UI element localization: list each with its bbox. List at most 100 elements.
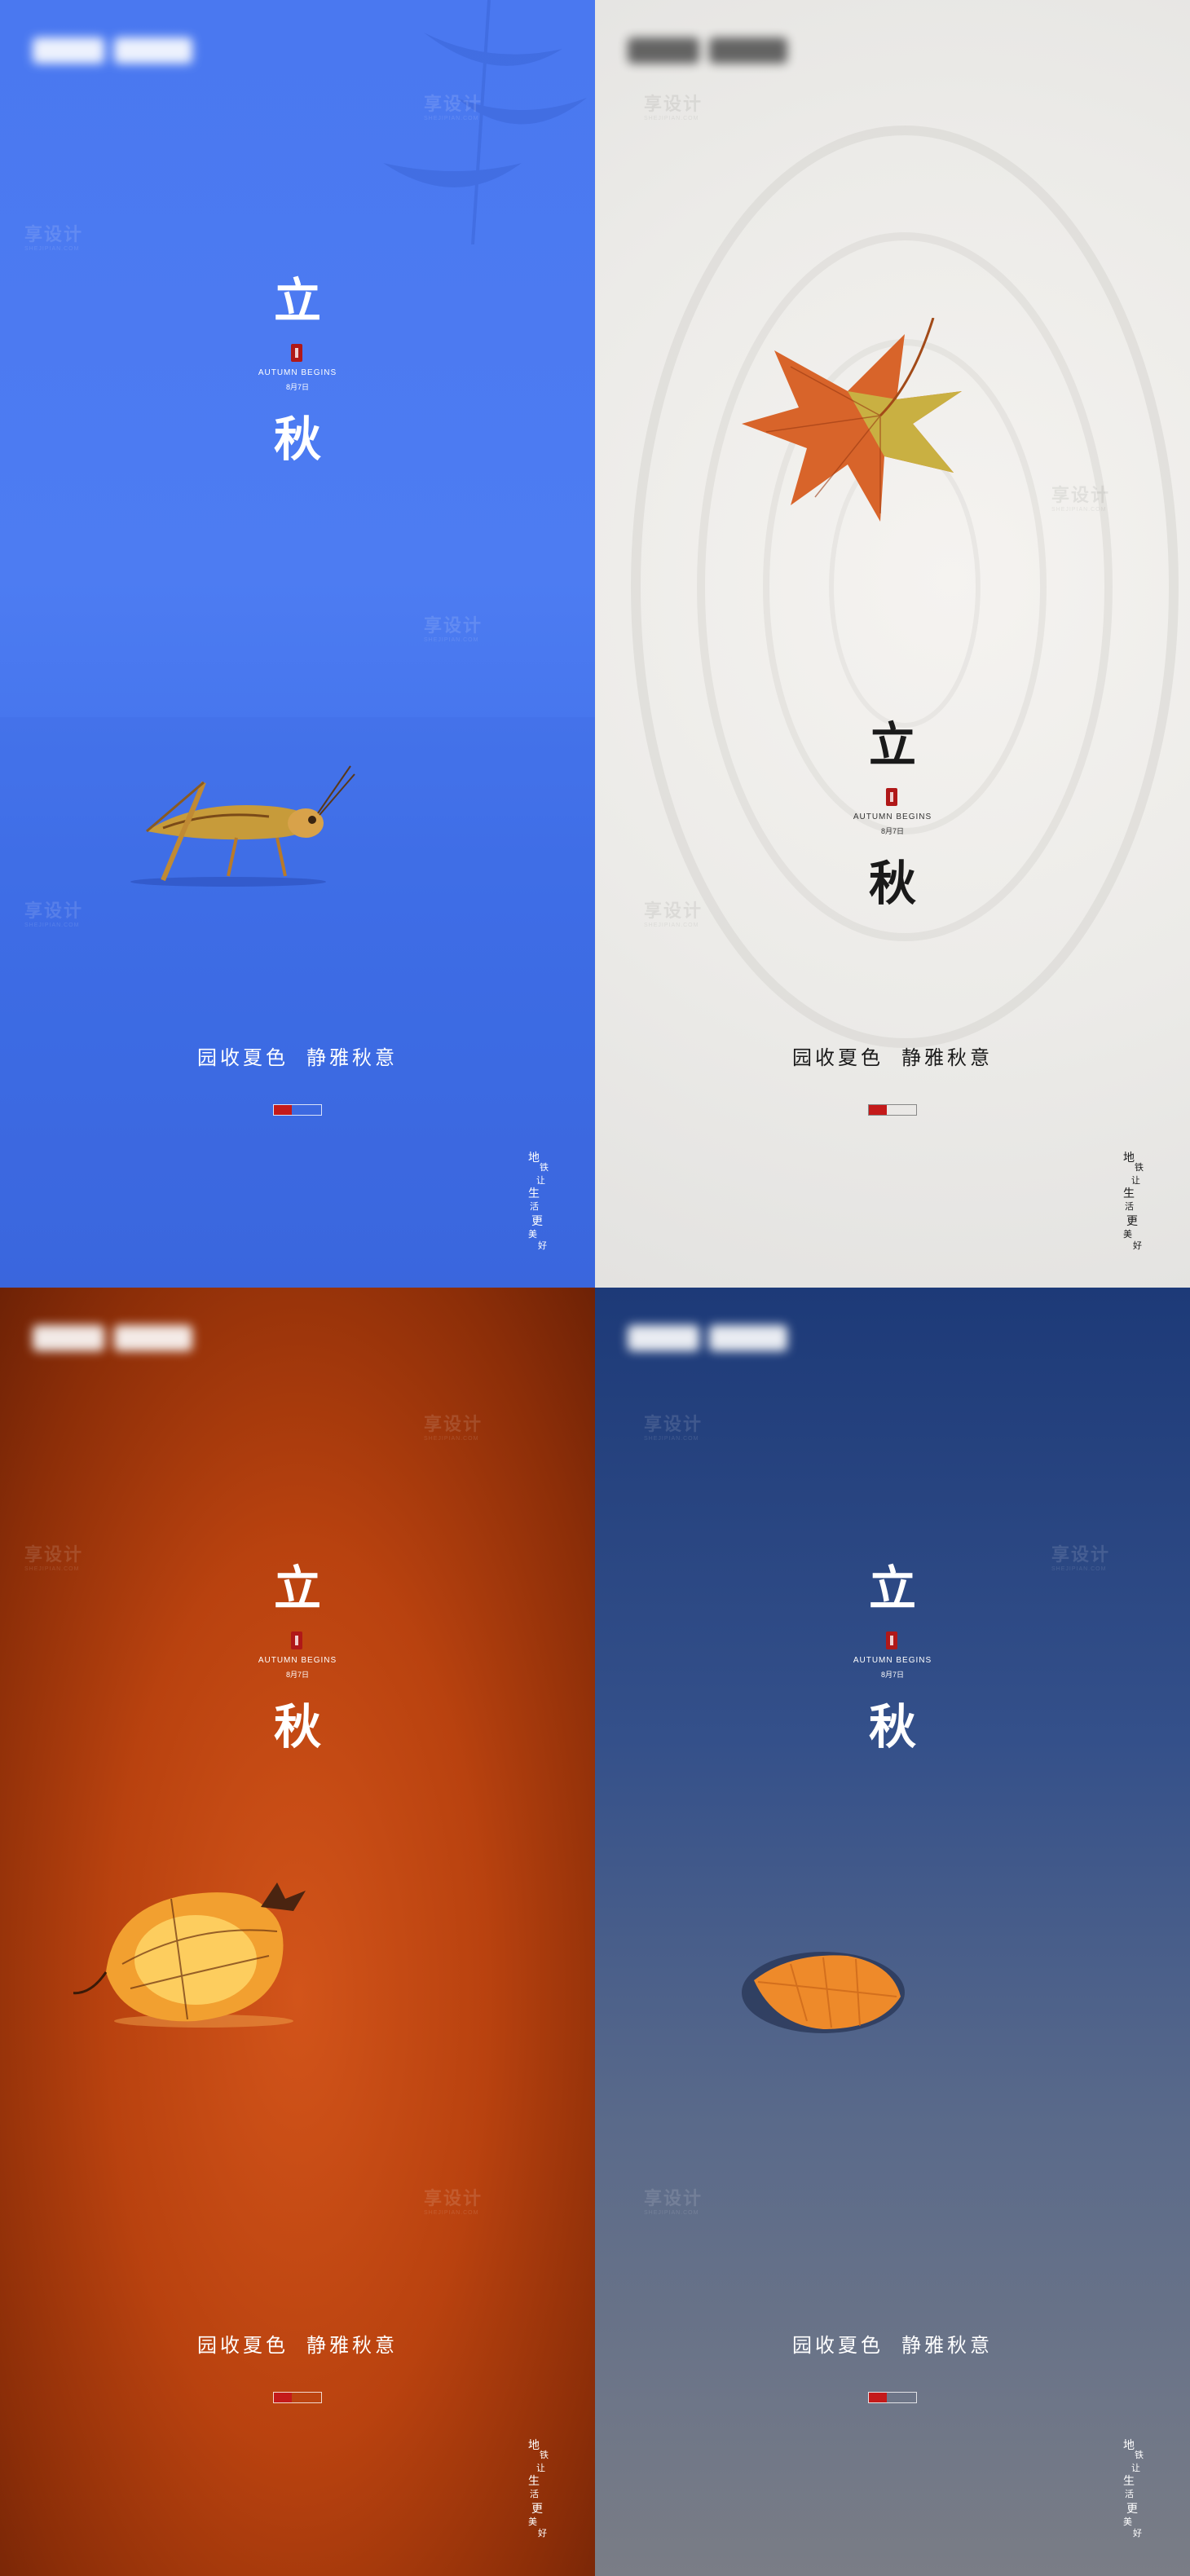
english-caption: AUTUMN BEGINS: [258, 368, 337, 377]
badge-red-block: [869, 1105, 887, 1115]
maple-leaf-illustration: [742, 318, 962, 522]
vertical-char: 美: [1123, 1229, 1132, 1240]
vertical-char: 生: [528, 1187, 540, 1200]
badge-red-block: [274, 2393, 292, 2402]
badge-text-block: [887, 1105, 916, 1115]
slogan-right: 静雅秋意: [306, 2334, 398, 2357]
english-caption: AUTUMN BEGINS: [258, 1656, 337, 1665]
watermark-text: 享设计: [644, 1414, 703, 1434]
watermark-sub: SHEJIPIAN.COM: [424, 637, 479, 643]
vertical-char: 铁: [1135, 2450, 1144, 2460]
date-caption: 8月7日: [285, 1671, 309, 1679]
vertical-char: 活: [530, 1201, 539, 1212]
title-qiu: 秋: [868, 856, 916, 911]
vertical-char: 活: [1125, 2489, 1134, 2499]
badge-text-block: [887, 2393, 916, 2402]
badge-red-block: [869, 2393, 887, 2402]
brand-logo-blurred: [628, 1320, 791, 1356]
title-qiu: 秋: [273, 412, 321, 467]
vertical-char: 生: [1123, 1187, 1135, 1200]
vertical-char: 更: [1126, 1215, 1138, 1228]
vertical-char: 美: [1123, 2517, 1132, 2527]
vertical-char: 美: [528, 1229, 537, 1240]
watermark: 享设计 SHEJIPIAN.COM: [644, 1410, 703, 1442]
watermark-text: 享设计: [1051, 1544, 1111, 1565]
slogan: 园收夏色 静雅秋意: [0, 2329, 595, 2358]
poster-white-maple-leaf: 立 AUTUMN BEGINS 8月7日 秋 园收夏色 静雅秋意 地 铁 让 生 …: [595, 0, 1190, 1288]
vertical-slogan: 地 铁 让 生 活 更 美 好: [1123, 2437, 1164, 2551]
vertical-char: 地: [1123, 1151, 1135, 1165]
vertical-char: 活: [530, 2489, 539, 2499]
vertical-char: 铁: [540, 1162, 549, 1173]
date-caption: 8月7日: [880, 827, 904, 835]
watermark: 享设计 SHEJIPIAN.COM: [424, 611, 483, 643]
vertical-char: 生: [528, 2475, 540, 2488]
brand-logo-blurred: [33, 1320, 196, 1356]
vertical-char: 好: [538, 2528, 547, 2539]
date-caption: 8月7日: [285, 383, 309, 391]
title-qiu: 秋: [273, 1699, 321, 1755]
watermark-text: 享设计: [424, 2188, 483, 2208]
vertical-char: 更: [531, 2503, 543, 2516]
brand-logo-blurred: [628, 33, 791, 68]
poster-navy-floating-leaf: 立 AUTUMN BEGINS 8月7日 秋 园收夏色 静雅秋意 地 铁 让 生 …: [595, 1288, 1190, 2576]
physalis-lantern-illustration: [73, 1882, 306, 2028]
watermark: 享设计 SHEJIPIAN.COM: [644, 2184, 703, 2216]
title-li: 立: [868, 717, 916, 773]
watermark-sub: SHEJIPIAN.COM: [644, 2210, 699, 2216]
red-seal-icon: [886, 1631, 897, 1649]
watermark-sub: SHEJIPIAN.COM: [24, 246, 80, 252]
vertical-slogan: 地 铁 让 生 活 更 美 好: [1123, 1149, 1164, 1263]
slogan-left: 园收夏色: [792, 2334, 884, 2357]
title-qiu: 秋: [868, 1699, 916, 1755]
slogan-right: 静雅秋意: [901, 1046, 993, 1069]
water-ripples-decoration: [631, 125, 1179, 1048]
slogan: 园收夏色 静雅秋意: [595, 2329, 1190, 2358]
slogan-right: 静雅秋意: [306, 1046, 398, 1069]
grasshopper-illustration: [130, 765, 355, 887]
watermark-text: 享设计: [24, 1544, 84, 1565]
vertical-char: 好: [538, 1240, 547, 1251]
vertical-char: 地: [1123, 2439, 1135, 2452]
footer-badge: [868, 1104, 917, 1116]
slogan: 园收夏色 静雅秋意: [0, 1041, 595, 1070]
footer-badge: [273, 2392, 322, 2403]
date-caption: 8月7日: [880, 1671, 904, 1679]
watermark: 享设计 SHEJIPIAN.COM: [424, 1410, 483, 1442]
vertical-char: 地: [528, 2439, 540, 2452]
vertical-char: 好: [1133, 1240, 1142, 1251]
watermark-text: 享设计: [424, 1414, 483, 1434]
poster-orange-lantern: 立 AUTUMN BEGINS 8月7日 秋 园收夏色 静雅秋意 地 铁 让 生 …: [0, 1288, 595, 2576]
vertical-slogan: 地 铁 让 生 活 更 美 好: [528, 2437, 569, 2551]
badge-text-block: [292, 1105, 321, 1115]
badge-text-block: [292, 2393, 321, 2402]
slogan-left: 园收夏色: [792, 1046, 884, 1069]
english-caption: AUTUMN BEGINS: [853, 812, 932, 821]
red-seal-icon: [886, 788, 897, 806]
vertical-char: 好: [1133, 2528, 1142, 2539]
title-li: 立: [868, 1561, 916, 1616]
vertical-char: 铁: [1135, 1162, 1144, 1173]
vertical-char: 更: [531, 1215, 543, 1228]
vertical-char: 活: [1125, 1201, 1134, 1212]
footer-badge: [868, 2392, 917, 2403]
title-li: 立: [273, 1561, 321, 1616]
slogan: 园收夏色 静雅秋意: [595, 1041, 1190, 1070]
footer-badge: [273, 1104, 322, 1116]
vertical-char: 更: [1126, 2503, 1138, 2516]
red-seal-icon: [291, 1631, 302, 1649]
badge-red-block: [274, 1105, 292, 1115]
poster-blue-grasshopper: 立 AUTUMN BEGINS 8月7日 秋 园收夏色 静雅秋意 地 铁 让 生 …: [0, 0, 595, 1288]
slogan-left: 园收夏色: [197, 1046, 289, 1069]
vertical-slogan: 地 铁 让 生 活 更 美 好: [528, 1149, 569, 1263]
watermark-sub: SHEJIPIAN.COM: [644, 1436, 699, 1442]
brand-logo-blurred: [33, 33, 196, 68]
title-li: 立: [273, 273, 321, 328]
vertical-char: 铁: [540, 2450, 549, 2460]
red-seal-icon: [291, 344, 302, 362]
watermark: 享设计 SHEJIPIAN.COM: [424, 2184, 483, 2216]
slogan-left: 园收夏色: [197, 2334, 289, 2357]
english-caption: AUTUMN BEGINS: [853, 1656, 932, 1665]
watermark-text: 享设计: [644, 2188, 703, 2208]
watermark-sub: SHEJIPIAN.COM: [424, 1436, 479, 1442]
